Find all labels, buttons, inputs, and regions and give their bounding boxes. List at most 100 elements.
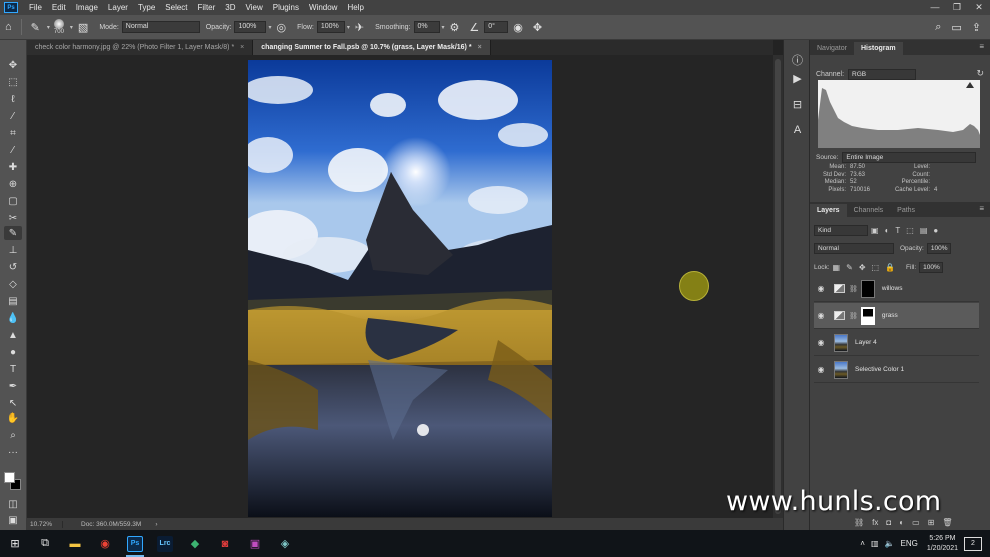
volume-icon[interactable]: 🔈 (885, 539, 895, 548)
menu-plugins[interactable]: Plugins (268, 0, 304, 15)
vertical-scrollbar[interactable] (773, 55, 783, 518)
lock-pixels-icon[interactable]: ✎ (846, 263, 853, 272)
brush-preset-picker[interactable]: 700 (53, 19, 64, 35)
dodge-tool-icon[interactable]: ▲ (4, 328, 22, 342)
gradient-tool-icon[interactable]: ▤ (4, 294, 22, 308)
layer-name[interactable]: grass (882, 312, 898, 319)
history-brush-tool-icon[interactable]: ↺ (4, 260, 22, 274)
language-indicator[interactable]: ENG (901, 539, 918, 548)
chevron-down-icon[interactable]: ▾ (442, 24, 445, 31)
menu-image[interactable]: Image (71, 0, 103, 15)
windows-start-icon[interactable]: ⊞ (0, 530, 30, 557)
layer-mask-thumbnail[interactable] (860, 279, 875, 298)
menu-select[interactable]: Select (160, 0, 192, 15)
mode-select[interactable]: Normal (121, 21, 200, 33)
chevron-up-icon[interactable]: ˄ (860, 539, 865, 548)
layer-row-selective-color-1[interactable]: ◉ Selective Color 1 (814, 357, 979, 383)
layer-name[interactable]: Selective Color 1 (855, 366, 904, 373)
menu-help[interactable]: Help (342, 0, 368, 15)
lock-transparent-icon[interactable]: ▦ (833, 263, 841, 272)
close-window-button[interactable]: ✕ (968, 0, 990, 15)
zoom-tool-icon[interactable]: ⌕ (4, 428, 22, 442)
scissors-tool-icon[interactable]: ✂ (4, 211, 22, 225)
opacity-field[interactable]: 100% (234, 21, 267, 33)
menu-edit[interactable]: Edit (47, 0, 71, 15)
chevron-down-icon[interactable]: ▾ (70, 24, 73, 31)
tab-histogram[interactable]: Histogram (853, 42, 903, 55)
menu-file[interactable]: File (24, 0, 47, 15)
menu-filter[interactable]: Filter (193, 0, 221, 15)
close-icon[interactable]: × (240, 44, 244, 51)
smoothing-options-gear-icon[interactable]: ⚙ (450, 21, 460, 34)
file-explorer-icon[interactable]: ▬ (60, 530, 90, 557)
app-green-icon[interactable]: ◆ (180, 530, 210, 557)
minimize-button[interactable]: — (924, 0, 946, 15)
eye-icon[interactable]: ◉ (814, 311, 828, 320)
symmetry-icon[interactable]: ✥ (533, 21, 542, 34)
layer-thumbnail[interactable] (834, 360, 848, 379)
eyedropper-tool-icon[interactable]: ⁄ (4, 143, 22, 157)
smoothing-field[interactable]: 0% (413, 21, 440, 33)
clock[interactable]: 5:26 PM 1/20/2021 (927, 534, 958, 554)
pressure-opacity-icon[interactable]: ◎ (277, 21, 287, 34)
sponge-tool-icon[interactable]: ● (4, 345, 22, 359)
scrollbar-thumb[interactable] (775, 59, 781, 514)
tab-navigator[interactable]: Navigator (810, 42, 854, 55)
character-icon[interactable]: A (789, 122, 806, 138)
zoom-level[interactable]: 10.72% (27, 520, 63, 528)
share-icon[interactable]: ⇪ (972, 21, 981, 34)
lasso-tool-icon[interactable]: ℓ (4, 92, 22, 106)
filter-smart-icon[interactable]: ▤ (920, 226, 928, 235)
brush-settings-icon[interactable]: ▧ (78, 21, 88, 34)
filter-pixel-icon[interactable]: ▣ (871, 226, 879, 235)
flow-field[interactable]: 100% (316, 21, 345, 33)
layer-mask-thumbnail[interactable] (860, 306, 875, 325)
layer-name[interactable]: Layer 4 (855, 339, 877, 346)
lock-all-icon[interactable]: 🔒 (885, 263, 895, 272)
eye-icon[interactable]: ◉ (814, 338, 828, 347)
home-icon[interactable]: ⌂ (5, 21, 12, 33)
healing-tool-icon[interactable]: ✚ (4, 160, 22, 174)
actions-play-icon[interactable]: ▶ (789, 70, 806, 86)
fx-icon[interactable]: fx (872, 518, 878, 527)
marquee-tool-icon[interactable]: ⬚ (4, 75, 22, 89)
close-icon[interactable]: × (478, 44, 482, 51)
eye-icon[interactable]: ◉ (814, 284, 828, 293)
restore-button[interactable]: ❐ (946, 0, 968, 15)
filter-shape-icon[interactable]: ⬚ (906, 226, 914, 235)
hand-tool-icon[interactable]: ✋ (4, 411, 22, 425)
notification-center-icon[interactable]: 2 (964, 536, 982, 551)
info-icon[interactable]: ⓘ (789, 52, 806, 68)
frame-tool-icon[interactable]: ▢ (4, 194, 22, 208)
lightroom-classic-taskbar-button[interactable]: Lrc (150, 530, 180, 557)
tab-check-color-harmony[interactable]: check color harmony.jpg @ 22% (Photo Fil… (27, 40, 254, 55)
source-select[interactable]: Entire Image (842, 152, 977, 163)
path-select-tool-icon[interactable]: ↖ (4, 396, 22, 410)
airbrush-icon[interactable]: ✈ (355, 21, 364, 34)
layer-row-willows[interactable]: ◉ ⛓ willows (814, 276, 979, 302)
task-view-icon[interactable]: ⧉ (30, 530, 60, 557)
move-tool-icon[interactable]: ✥ (4, 58, 22, 72)
trash-icon[interactable]: 🗑 (942, 518, 952, 527)
chevron-down-icon[interactable]: ▾ (347, 24, 350, 31)
chrome-icon[interactable]: ◉ (90, 530, 120, 557)
menu-layer[interactable]: Layer (103, 0, 133, 15)
photoshop-taskbar-button[interactable]: Ps (120, 530, 150, 557)
layer-filter-kind-select[interactable]: Kind (814, 225, 868, 236)
search-icon[interactable]: ⌕ (935, 21, 941, 34)
pen-tool-icon[interactable]: ✒ (4, 379, 22, 393)
foreground-color-swatch[interactable] (4, 472, 15, 483)
layer-row-grass[interactable]: ◉ ⛓ grass (814, 303, 979, 329)
type-tool-icon[interactable]: T (4, 362, 22, 376)
app-red-icon[interactable]: ◙ (210, 530, 240, 557)
chevron-down-icon[interactable]: ▾ (268, 24, 271, 31)
tab-changing-summer-to-fall[interactable]: changing Summer to Fall.psb @ 10.7% (gra… (253, 40, 491, 55)
blend-mode-select[interactable]: Normal (814, 243, 894, 254)
canvas-area[interactable] (27, 55, 773, 518)
panel-menu-icon[interactable]: ≡ (979, 204, 984, 213)
chevron-down-icon[interactable]: ▾ (47, 24, 50, 31)
eye-icon[interactable]: ◉ (814, 365, 828, 374)
menu-3d[interactable]: 3D (220, 0, 240, 15)
tab-channels[interactable]: Channels (847, 204, 891, 217)
brush-tool-icon[interactable]: ✎ (31, 21, 40, 34)
